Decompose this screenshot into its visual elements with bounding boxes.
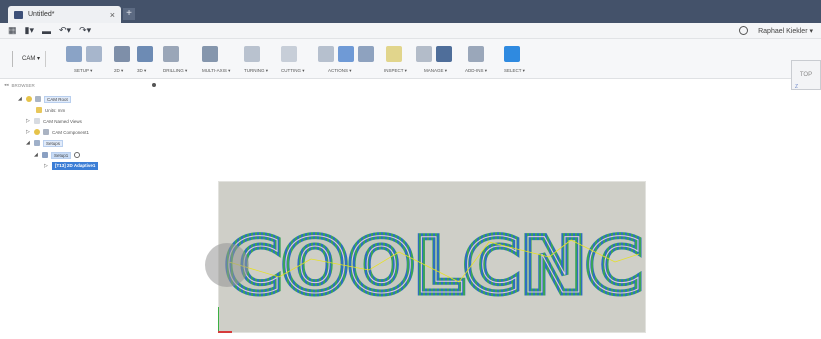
drill-icon bbox=[163, 46, 179, 62]
user-menu[interactable]: Raphael Kiekler ▾ bbox=[758, 27, 813, 35]
lightbulb-icon[interactable] bbox=[26, 96, 32, 102]
browser-panel: ◂◂ BROWSER ◢ CAM Root Units: mm ▷ CAM Na… bbox=[0, 79, 160, 179]
tree-node-units[interactable]: Units: mm bbox=[36, 106, 65, 114]
expand-arrow-icon[interactable]: ▷ bbox=[26, 118, 31, 124]
expand-arrow-icon[interactable]: ▷ bbox=[26, 129, 31, 135]
inspect-group[interactable]: INSPECT ▾ bbox=[384, 43, 407, 77]
cursor-highlight bbox=[205, 243, 249, 287]
browser-pin-icon[interactable] bbox=[152, 83, 156, 87]
select-group[interactable]: SELECT ▾ bbox=[504, 43, 525, 77]
manage-group-label: MANAGE ▾ bbox=[424, 68, 448, 73]
setup1-label: Setup1 bbox=[51, 151, 72, 159]
turning-group-label: TURNING ▾ bbox=[244, 68, 269, 73]
setup-sheet-icon bbox=[86, 46, 102, 62]
add-ins-group[interactable]: ADD-INS ▾ bbox=[465, 43, 488, 77]
save-icon[interactable]: ▬ bbox=[42, 26, 51, 36]
units-folder-icon bbox=[36, 107, 42, 113]
tree-node-cam-root[interactable]: ◢ CAM Root bbox=[18, 95, 71, 103]
simulate-icon bbox=[318, 46, 334, 62]
component-icon bbox=[43, 129, 49, 135]
redo-icon[interactable]: ↷▾ bbox=[79, 25, 91, 36]
tool-library-icon bbox=[416, 46, 432, 62]
tree-node-setups[interactable]: ◢ Setups bbox=[26, 139, 64, 147]
quick-access-toolbar: ▦ ▮▾ ▬ ↶▾ ↷▾ Raphael Kiekler ▾ bbox=[0, 23, 821, 39]
folder-icon bbox=[34, 118, 40, 124]
browser-header[interactable]: ◂◂ BROWSER bbox=[4, 81, 156, 89]
ribbon-toolbar: CAM ▾ SETUP ▾ 2D ▾ 3D ▾ DRILLING ▾ MULTI… bbox=[0, 39, 821, 79]
3d-toolpath-icon bbox=[137, 46, 153, 62]
cutting-icon bbox=[281, 46, 297, 62]
operation-label: [T13] 2D Adaptive1 bbox=[52, 162, 99, 170]
setup-icon bbox=[66, 46, 82, 62]
expand-arrow-icon[interactable]: ▷ bbox=[44, 163, 49, 169]
actions-group-label: ACTIONS ▾ bbox=[328, 68, 352, 73]
cutting-group-label: CUTTING ▾ bbox=[281, 68, 305, 73]
collapse-icon[interactable]: ◂◂ bbox=[4, 82, 9, 88]
document-tab-bar: Untitled* × + bbox=[0, 0, 821, 23]
turning-group[interactable]: TURNING ▾ bbox=[244, 43, 268, 77]
drilling-group[interactable]: DRILLING ▾ bbox=[163, 43, 187, 77]
setups-label: Setups bbox=[43, 139, 64, 147]
document-tab[interactable]: Untitled* × bbox=[8, 6, 121, 23]
expand-arrow-icon[interactable]: ◢ bbox=[18, 96, 23, 102]
tree-node-setup1[interactable]: ◢ Setup1 bbox=[34, 151, 81, 159]
turning-icon bbox=[244, 46, 260, 62]
setup-sheet-icon bbox=[358, 46, 374, 62]
manage-group[interactable]: MANAGE ▾ bbox=[416, 43, 452, 77]
setups-folder-icon bbox=[34, 140, 40, 146]
named-views-label: CAM Named Views bbox=[43, 118, 82, 124]
close-tab-icon[interactable]: × bbox=[110, 10, 115, 20]
expand-arrow-icon[interactable]: ◢ bbox=[34, 152, 39, 158]
setup-group[interactable]: SETUP ▾ bbox=[66, 43, 102, 77]
measure-icon bbox=[386, 46, 402, 62]
tree-node-component[interactable]: ▷ CAM Component1 bbox=[26, 128, 89, 136]
expand-arrow-icon[interactable]: ◢ bbox=[26, 140, 31, 146]
file-menu-icon[interactable]: ▮▾ bbox=[25, 25, 34, 36]
post-library-icon bbox=[436, 46, 452, 62]
drilling-group-label: DRILLING ▾ bbox=[163, 68, 188, 73]
y-axis-indicator bbox=[218, 307, 219, 333]
post-process-icon bbox=[338, 46, 354, 62]
2d-toolpath-icon bbox=[114, 46, 130, 62]
cam-root-label: CAM Root bbox=[44, 95, 71, 103]
setup-group-label: SETUP ▾ bbox=[74, 68, 93, 73]
part-text-outline: COOLCNC bbox=[225, 221, 643, 310]
cam-root-icon bbox=[35, 96, 41, 102]
select-group-label: SELECT ▾ bbox=[504, 68, 525, 73]
browser-title: BROWSER bbox=[11, 82, 35, 88]
activate-icon[interactable] bbox=[74, 152, 81, 158]
tree-node-operation[interactable]: ▷ [T13] 2D Adaptive1 bbox=[44, 162, 99, 170]
3d-group-label: 3D ▾ bbox=[137, 68, 147, 73]
select-cursor-icon bbox=[504, 46, 520, 62]
apps-grid-icon[interactable]: ▦ bbox=[8, 25, 17, 36]
cutting-group[interactable]: CUTTING ▾ bbox=[281, 43, 305, 77]
workspace-switcher[interactable]: CAM ▾ bbox=[12, 51, 46, 67]
new-tab-button[interactable]: + bbox=[123, 8, 135, 20]
part-toolpath-view: COOLCNC COOLCNC bbox=[222, 218, 647, 314]
inspect-group-label: INSPECT ▾ bbox=[384, 68, 407, 73]
scripts-icon bbox=[468, 46, 484, 62]
component-label: CAM Component1 bbox=[52, 129, 90, 135]
multi-axis-icon bbox=[202, 46, 218, 62]
tree-node-named-views[interactable]: ▷ CAM Named Views bbox=[26, 117, 82, 125]
multi-axis-group-label: MULTI-AXIS ▾ bbox=[202, 68, 231, 73]
job-status-icon[interactable] bbox=[739, 26, 749, 35]
setup-icon bbox=[42, 152, 48, 158]
units-label: Units: mm bbox=[45, 107, 66, 113]
z-axis-label: Z bbox=[795, 84, 799, 90]
multi-axis-group[interactable]: MULTI-AXIS ▾ bbox=[202, 43, 230, 77]
actions-group[interactable]: ACTIONS ▾ bbox=[318, 43, 374, 77]
3d-group[interactable]: 3D ▾ bbox=[137, 43, 153, 77]
document-tab-title: Untitled* bbox=[28, 11, 55, 18]
graphics-canvas[interactable]: COOLCNC COOLCNC bbox=[218, 181, 647, 333]
document-icon bbox=[14, 10, 23, 19]
2d-group-label: 2D ▾ bbox=[114, 68, 124, 73]
add-ins-group-label: ADD-INS ▾ bbox=[465, 68, 488, 73]
lightbulb-icon[interactable] bbox=[34, 129, 40, 135]
2d-group[interactable]: 2D ▾ bbox=[114, 43, 130, 77]
undo-icon[interactable]: ↶▾ bbox=[59, 25, 71, 36]
